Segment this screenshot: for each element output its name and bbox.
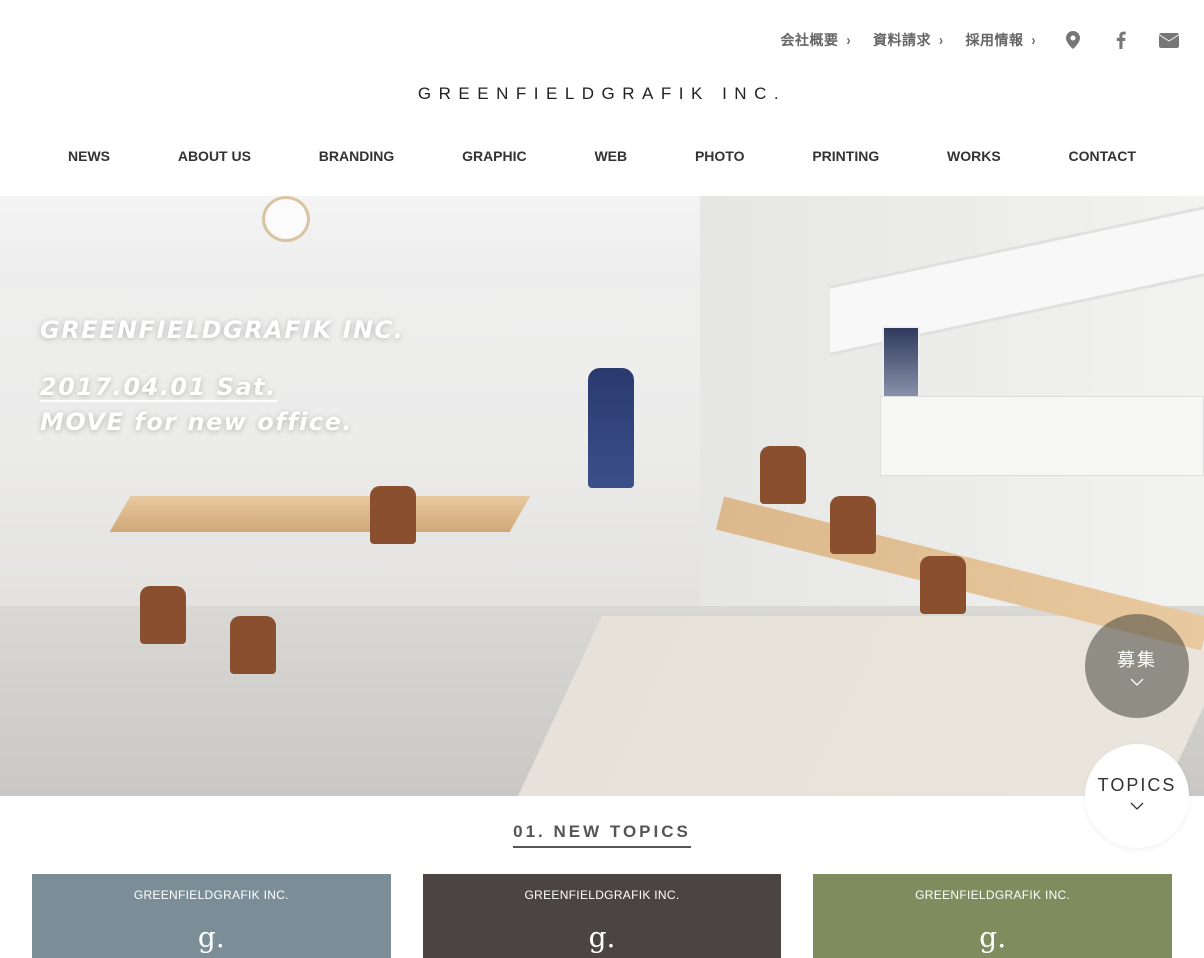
hero-date[interactable]: 2017.04.01 Sat.: [40, 374, 277, 403]
chevron-right-icon: ›: [1031, 31, 1036, 49]
nav-item-branding[interactable]: BRANDING: [287, 148, 426, 164]
chevron-right-icon: ›: [939, 31, 944, 49]
recruitment-link[interactable]: 採用情報 ›: [966, 30, 1037, 50]
company-overview-link[interactable]: 会社概要 ›: [781, 30, 852, 50]
walking-person: [588, 368, 634, 488]
nav-item-printing[interactable]: PRINTING: [780, 148, 911, 164]
recruit-label: 募集: [1117, 650, 1157, 670]
map-pin-icon[interactable]: [1062, 29, 1084, 51]
nav-item-photo[interactable]: PHOTO: [663, 148, 777, 164]
card-brand: GREENFIELDGRAFIK INC.: [133, 888, 289, 902]
topic-card[interactable]: GREENFIELDGRAFIK INC. g.: [422, 874, 782, 958]
recruit-button[interactable]: 募集: [1085, 614, 1189, 718]
chevron-down-icon: [1130, 678, 1144, 686]
hero-caption: GREENFIELDGRAFIK INC. 2017.04.01 Sat. MO…: [40, 316, 404, 436]
nav-item-news[interactable]: NEWS: [36, 148, 142, 164]
chair: [920, 556, 966, 614]
mail-icon[interactable]: [1158, 29, 1180, 51]
topic-cards: GREENFIELDGRAFIK INC. g. GREENFIELDGRAFI…: [32, 874, 1173, 958]
hero-image: GREENFIELDGRAFIK INC. 2017.04.01 Sat. MO…: [0, 196, 1204, 796]
card-logo-mark: g.: [979, 921, 1007, 954]
hero-subtitle: MOVE for new office.: [40, 408, 353, 437]
card-logo-mark: g.: [197, 921, 225, 954]
new-topics-heading: 01. NEW TOPICS: [0, 822, 1204, 848]
request-materials-label: 資料請求: [873, 32, 931, 48]
card-brand: GREENFIELDGRAFIK INC.: [524, 888, 680, 902]
cabinet: [880, 396, 1204, 476]
card-logo-mark: g.: [588, 921, 616, 954]
chevron-down-icon: [1130, 802, 1144, 810]
nav-item-contact[interactable]: CONTACT: [1037, 148, 1168, 164]
nav-item-works[interactable]: WORKS: [915, 148, 1033, 164]
chair: [370, 486, 416, 544]
request-materials-link[interactable]: 資料請求 ›: [873, 30, 944, 50]
main-nav: NEWS ABOUT US BRANDING GRAPHIC WEB PHOTO…: [36, 148, 1168, 164]
chevron-right-icon: ›: [846, 31, 851, 49]
topic-card[interactable]: GREENFIELDGRAFIK INC. g.: [813, 874, 1173, 958]
company-overview-label: 会社概要: [780, 32, 839, 48]
chair: [140, 586, 186, 644]
nav-item-about-us[interactable]: ABOUT US: [146, 148, 283, 164]
facebook-icon[interactable]: [1110, 29, 1132, 51]
chair: [760, 446, 806, 504]
wall-clock: [262, 196, 310, 242]
section-title: 01. NEW TOPICS: [513, 822, 691, 848]
topics-label: TOPICS: [1097, 774, 1177, 795]
nav-item-graphic[interactable]: GRAPHIC: [430, 148, 559, 164]
chair: [230, 616, 276, 674]
card-brand: GREENFIELDGRAFIK INC.: [915, 888, 1071, 902]
small-table: [109, 496, 531, 532]
topic-card[interactable]: GREENFIELDGRAFIK INC. g.: [32, 874, 391, 958]
site-logo[interactable]: GREENFIELDGRAFIK INC.: [0, 84, 1204, 104]
recruitment-label: 採用情報: [965, 32, 1024, 48]
utility-bar: 会社概要 › 資料請求 › 採用情報 ›: [759, 28, 1181, 52]
hero-title: GREENFIELDGRAFIK INC.: [40, 316, 405, 344]
nav-item-web[interactable]: WEB: [562, 148, 659, 164]
chair: [830, 496, 876, 554]
